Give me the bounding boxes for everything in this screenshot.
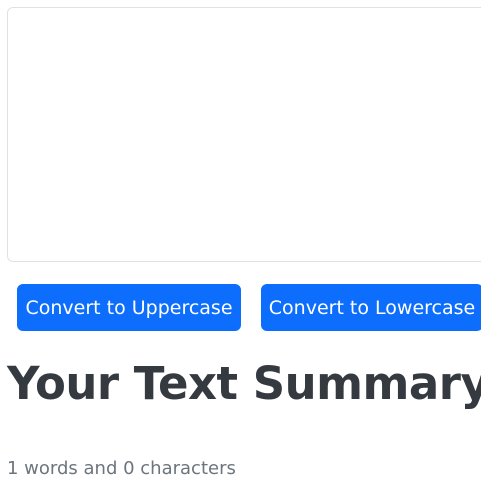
page: Convert to Uppercase Convert to Lowercas… [0, 0, 481, 486]
text-input-container [7, 7, 481, 262]
convert-uppercase-button[interactable]: Convert to Uppercase [17, 284, 241, 331]
summary-heading: Your Text Summary [7, 357, 481, 410]
text-input-area[interactable] [7, 7, 481, 262]
convert-lowercase-button[interactable]: Convert to Lowercase [261, 284, 481, 331]
summary-stats: 1 words and 0 characters [7, 458, 236, 479]
